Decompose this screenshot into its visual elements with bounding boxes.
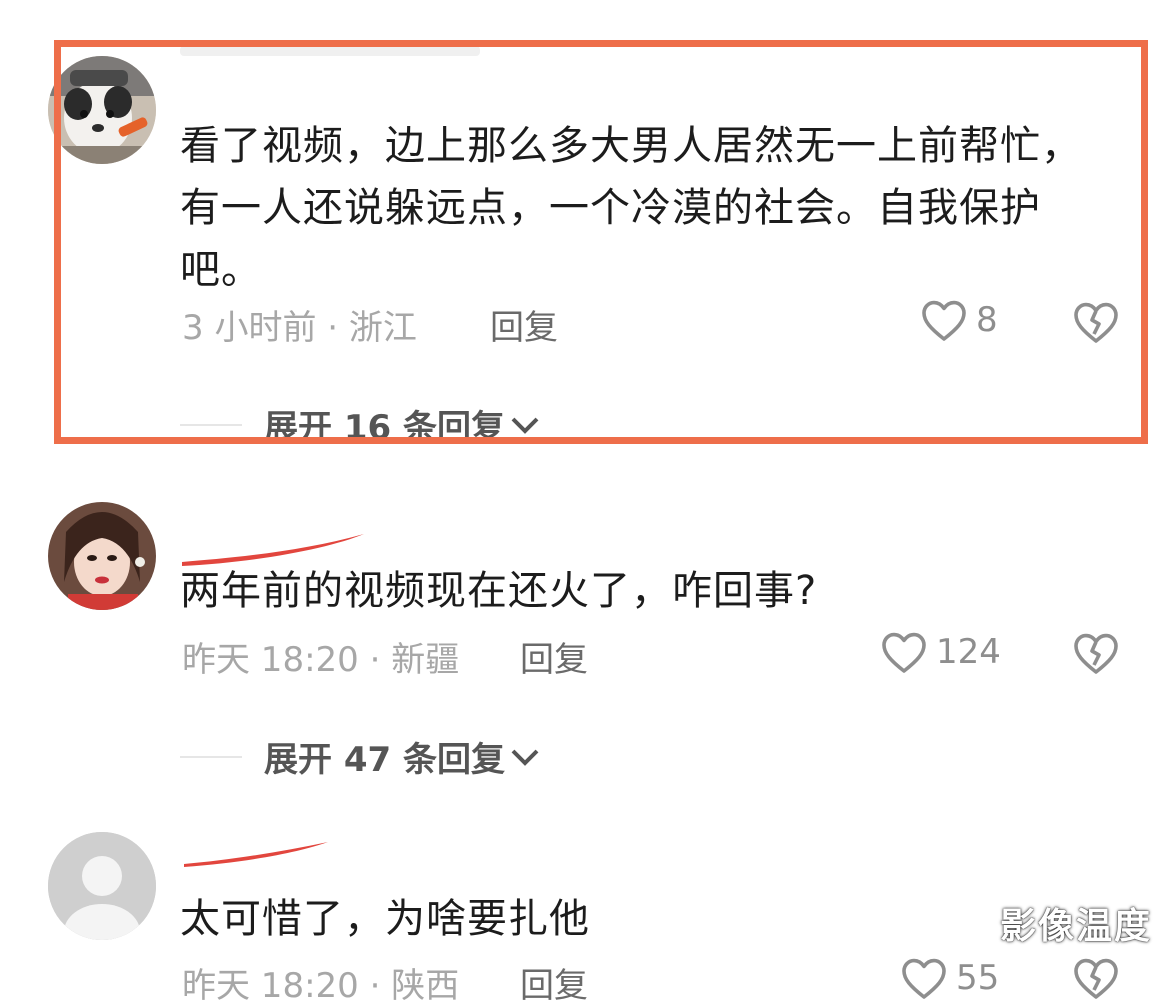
like-button[interactable]: 124 xyxy=(880,630,1001,674)
heart-outline-icon xyxy=(882,632,926,673)
username-redacted xyxy=(180,46,480,56)
dislike-button[interactable] xyxy=(1072,631,1120,679)
dislike-button[interactable] xyxy=(1072,956,1120,1004)
comment-text: 看了视频，边上那么多大男人居然无一上前帮忙，有一人还说躲远点，一个冷漠的社会。自… xyxy=(180,123,1082,293)
chevron-down-icon xyxy=(511,749,539,766)
woman-avatar-image xyxy=(48,502,156,610)
broken-heart-icon xyxy=(1074,302,1118,343)
reply-button[interactable]: 回复 xyxy=(490,300,558,349)
expand-replies[interactable]: 展开 47 条回复 xyxy=(180,732,541,781)
avatar-default[interactable] xyxy=(48,832,156,940)
dislike-button[interactable] xyxy=(1072,300,1120,348)
chevron-down-icon xyxy=(511,417,539,434)
like-button[interactable]: 55 xyxy=(900,956,999,1000)
broken-heart-icon xyxy=(1074,958,1118,999)
reply-button[interactable]: 回复 xyxy=(520,958,588,1007)
like-count: 124 xyxy=(936,632,1001,672)
broken-heart-icon xyxy=(1074,633,1118,674)
default-user-icon xyxy=(48,832,156,940)
like-button[interactable]: 8 xyxy=(920,298,998,342)
highlight-clip xyxy=(0,437,1170,455)
username-redacted xyxy=(184,842,328,867)
comment-text: 太可惜了，为啥要扎他 xyxy=(180,896,590,942)
avatar-cat[interactable] xyxy=(48,56,156,164)
comment-1: 看了视频，边上那么多大男人居然无一上前帮忙，有一人还说躲远点，一个冷漠的社会。自… xyxy=(0,0,1170,448)
like-count: 55 xyxy=(956,958,1000,998)
comment-text: 两年前的视频现在还火了，咋回事? xyxy=(180,568,818,614)
expand-replies-label: 展开 47 条回复 xyxy=(264,740,505,780)
heart-outline-icon xyxy=(902,958,946,999)
heart-outline-icon xyxy=(922,300,966,341)
watermark: 影像温度 xyxy=(999,906,1152,947)
comment-meta: 昨天 18:20 · 新疆 xyxy=(182,640,460,680)
comment-meta: 昨天 18:20 · 陕西 xyxy=(182,966,460,1006)
reply-button[interactable]: 回复 xyxy=(520,632,588,681)
comment-meta: 3 小时前 · 浙江 xyxy=(182,308,417,348)
divider-line xyxy=(180,423,242,426)
cat-avatar-image xyxy=(48,56,156,164)
avatar-woman[interactable] xyxy=(48,502,156,610)
like-count: 8 xyxy=(976,300,998,340)
divider-line xyxy=(180,755,242,758)
